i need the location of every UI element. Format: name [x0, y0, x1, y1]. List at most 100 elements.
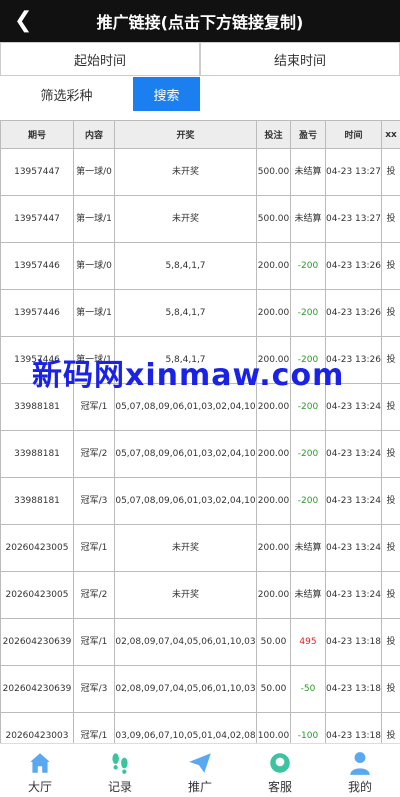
cell-op[interactable]: 投 — [381, 148, 400, 196]
tab-support[interactable]: 客服 — [240, 744, 320, 797]
cell-op[interactable]: 投 — [381, 618, 400, 666]
cell-bet: 50.00 — [256, 665, 291, 713]
table-row: 20260423003 冠军/1 03,09,06,07,10,05,01,04,0… — [0, 712, 400, 743]
col-content: 内容 — [73, 120, 115, 149]
cell-op[interactable]: 投 — [381, 289, 400, 337]
cell-bet: 100.00 — [256, 712, 291, 743]
cell-time: 04-23 13:18 — [325, 712, 382, 743]
cell-issue: 13957447 — [0, 195, 74, 243]
cell-pl: 未结算 — [290, 195, 326, 243]
cell-op[interactable]: 投 — [381, 242, 400, 290]
cell-issue: 33988181 — [0, 477, 74, 525]
cell-bet: 500.00 — [256, 148, 291, 196]
cell-content: 冠军/2 — [73, 571, 115, 619]
start-time-field[interactable]: 起始时间 — [0, 42, 200, 76]
cell-pl: 495 — [290, 618, 326, 666]
tab-lobby[interactable]: 大厅 — [0, 744, 80, 797]
cell-pl: -50 — [290, 665, 326, 713]
cell-result: 未开奖 — [114, 148, 257, 196]
cell-result: 02,08,09,07,04,05,06,01,10,03 — [114, 665, 257, 713]
cell-time: 04-23 13:24 — [325, 477, 382, 525]
table-row: 13957446 第一球/0 5,8,4,1,7 200.00 -200 04-23 13… — [0, 242, 400, 290]
table-row: 33988181 冠军/3 05,07,08,09,06,01,03,02,04,1… — [0, 477, 400, 525]
cell-result: 02,08,09,07,04,05,06,01,10,03 — [114, 618, 257, 666]
cell-time: 04-23 13:26 — [325, 242, 382, 290]
search-button[interactable]: 搜索 — [133, 77, 200, 111]
table-row: 20260423005 冠军/1 未开奖 200.00 未结算 04-23 13:24 投 — [0, 524, 400, 572]
cell-bet: 50.00 — [256, 618, 291, 666]
cell-op[interactable]: 投 — [381, 665, 400, 713]
end-time-field[interactable]: 结束时间 — [200, 42, 400, 76]
top-header: ❮ 推广链接(点击下方链接复制) — [0, 0, 400, 42]
table-row: 13957447 第一球/1 未开奖 500.00 未结算 04-23 13:27 投 — [0, 195, 400, 243]
cell-op[interactable]: 投 — [381, 477, 400, 525]
page-title: 推广链接(点击下方链接复制) — [96, 13, 304, 32]
cell-op[interactable]: 投 — [381, 712, 400, 743]
cell-op[interactable]: 投 — [381, 430, 400, 478]
filter-row: 筛选彩种 搜索 — [0, 76, 400, 112]
cell-op[interactable]: 投 — [381, 195, 400, 243]
cell-content: 冠军/3 — [73, 477, 115, 525]
cell-content: 冠军/2 — [73, 430, 115, 478]
cell-content: 冠军/1 — [73, 524, 115, 572]
col-bet: 投注 — [256, 120, 291, 149]
bet-records-table-wrap: 期号 内容 开奖 投注 盈亏 时间 xx 13957447 第一球/0 未开奖 500… — [0, 120, 400, 743]
table-row: 13957446 第一球/1 5,8,4,1,7 200.00 -200 04-23 13… — [0, 289, 400, 337]
cell-pl: -200 — [290, 289, 326, 337]
cell-issue: 20260423005 — [0, 571, 74, 619]
tab-label: 客服 — [267, 780, 292, 794]
cell-issue: 13957447 — [0, 148, 74, 196]
cell-result: 未开奖 — [114, 571, 257, 619]
cell-content: 第一球/0 — [73, 242, 115, 290]
home-icon — [30, 753, 50, 773]
cell-content: 冠军/3 — [73, 665, 115, 713]
cell-time: 04-23 13:27 — [325, 195, 382, 243]
cell-bet: 200.00 — [256, 524, 291, 572]
cell-time: 04-23 13:24 — [325, 524, 382, 572]
cell-result: 未开奖 — [114, 195, 257, 243]
cell-issue: 20260423003 — [0, 712, 74, 743]
col-xx: xx — [381, 120, 400, 149]
cell-op[interactable]: 投 — [381, 524, 400, 572]
tab-mine[interactable]: 我的 — [320, 744, 400, 797]
table-row: 202604230639 冠军/3 02,08,09,07,04,05,06,01,… — [0, 665, 400, 713]
cell-time: 04-23 13:24 — [325, 571, 382, 619]
footprint-icon — [112, 753, 128, 774]
cell-content: 第一球/1 — [73, 289, 115, 337]
lottery-filter[interactable]: 筛选彩种 — [0, 76, 133, 112]
tab-label: 我的 — [347, 780, 372, 794]
cell-pl: -100 — [290, 712, 326, 743]
table-header-row: 期号 内容 开奖 投注 盈亏 时间 xx — [0, 120, 400, 149]
cell-bet: 200.00 — [256, 289, 291, 337]
paper-plane-icon — [189, 753, 211, 773]
cell-result: 05,07,08,09,06,01,03,02,04,10 — [114, 477, 257, 525]
cell-time: 04-23 13:24 — [325, 430, 382, 478]
cell-time: 04-23 13:27 — [325, 148, 382, 196]
cell-op[interactable]: 投 — [381, 571, 400, 619]
tab-label: 推广 — [187, 780, 212, 794]
cell-time: 04-23 13:18 — [325, 665, 382, 713]
cell-op[interactable]: 投 — [381, 336, 400, 384]
tab-records[interactable]: 记录 — [80, 744, 160, 797]
user-icon — [350, 752, 370, 775]
tab-label: 大厅 — [27, 780, 52, 794]
bottom-tab-bar: 大厅 记录 推广 客服 我的 — [0, 743, 400, 797]
cell-pl: -200 — [290, 477, 326, 525]
table-row: 20260423005 冠军/2 未开奖 200.00 未结算 04-23 13:24 投 — [0, 571, 400, 619]
table-row: 202604230639 冠军/1 02,08,09,07,04,05,06,01,… — [0, 618, 400, 666]
cell-op[interactable]: 投 — [381, 383, 400, 431]
col-issue: 期号 — [0, 120, 74, 149]
cell-bet: 200.00 — [256, 242, 291, 290]
cell-content: 第一球/1 — [73, 195, 115, 243]
date-range-row: 起始时间 结束时间 — [0, 42, 400, 76]
cell-issue: 202604230639 — [0, 618, 74, 666]
cell-pl: 未结算 — [290, 524, 326, 572]
tab-promotion[interactable]: 推广 — [160, 744, 240, 797]
chevron-left-icon[interactable]: ❮ — [14, 8, 32, 33]
cell-result: 5,8,4,1,7 — [114, 242, 257, 290]
bet-records-table: 期号 内容 开奖 投注 盈亏 时间 xx 13957447 第一球/0 未开奖 500… — [0, 120, 400, 743]
cell-result: 03,09,06,07,10,05,01,04,02,08 — [114, 712, 257, 743]
cell-content: 第一球/0 — [73, 148, 115, 196]
table-row: 13957447 第一球/0 未开奖 500.00 未结算 04-23 13:27 投 — [0, 148, 400, 196]
cell-time: 04-23 13:18 — [325, 618, 382, 666]
